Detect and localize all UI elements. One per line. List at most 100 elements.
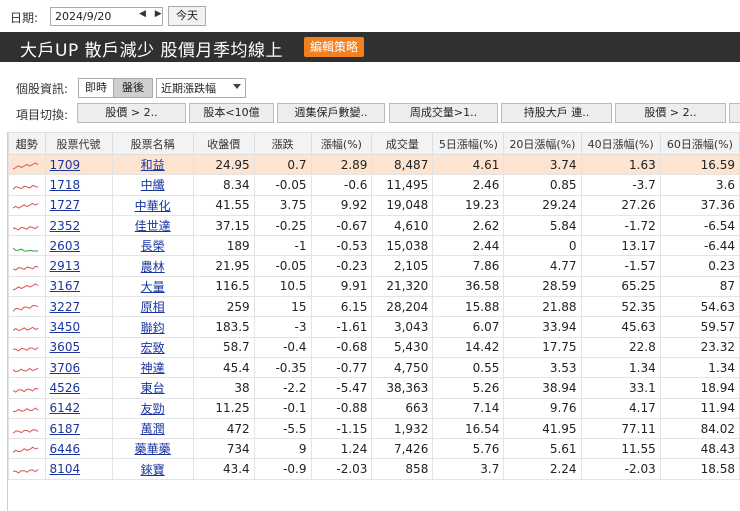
change-pct-cell: -0.6 (310, 174, 373, 196)
table-row[interactable]: 3227 原相 259 15 6.15 28,204 15.88 21.88 52.35 54.6… (8, 296, 740, 318)
stock-name-link[interactable]: 友勁 (141, 402, 165, 416)
table-row[interactable]: 3605 宏致 58.7 -0.4 -0.68 5,430 14.42 17.75 22.8 23… (8, 336, 740, 358)
switch-tab-2[interactable]: 股本<10億 (189, 103, 274, 123)
realtime-button[interactable]: 即時 (78, 78, 114, 98)
stock-name-link[interactable]: 藥華藥 (135, 442, 171, 456)
trend-cell (8, 296, 46, 318)
table-row[interactable]: 2603 長榮 189 -1 -0.53 15,038 2.44 0 13.17 -6.44 (8, 235, 740, 257)
change-pct-cell: 2.89 (310, 153, 373, 176)
close-price-cell: 8.34 (192, 174, 255, 196)
stock-name-link[interactable]: 萬潤 (141, 422, 165, 436)
pct-header[interactable]: 漲幅(%) (310, 132, 373, 155)
table-row[interactable]: 6142 友勁 11.25 -0.1 -0.88 663 7.14 9.76 4.17 11.94 (8, 397, 740, 419)
switch-tab-3[interactable]: 週集保戶數變.. (277, 103, 385, 123)
stock-name-link[interactable]: 大量 (141, 280, 165, 294)
d60-header[interactable]: 60日漲幅(%) (659, 132, 740, 155)
stock-name-link[interactable]: 和益 (141, 158, 165, 172)
stock-code-link[interactable]: 1718 (50, 178, 81, 192)
table-row[interactable]: 1709 和益 24.95 0.7 2.89 8,487 4.61 3.74 1.63 16.59 (8, 153, 740, 176)
stock-code-link[interactable]: 3167 (50, 279, 81, 293)
table-row[interactable]: 3706 神達 45.4 -0.35 -0.77 4,750 0.55 3.53 1.34 1.3… (8, 356, 740, 379)
table-row[interactable]: 4526 東台 38 -2.2 -5.47 38,363 5.26 38.94 33.1 18.9… (8, 377, 740, 399)
stock-code-link[interactable]: 2913 (50, 259, 81, 273)
stock-code-link[interactable]: 6187 (50, 422, 81, 436)
stock-name-link[interactable]: 中華化 (135, 199, 171, 213)
name-header[interactable]: 股票名稱 (111, 132, 194, 155)
table-row[interactable]: 6446 藥華藥 734 9 1.24 7,426 5.76 5.61 11.55 48.43 (8, 438, 740, 460)
stock-code-link[interactable]: 1727 (50, 198, 81, 212)
stock-code-link[interactable]: 4526 (50, 381, 81, 395)
change-header[interactable]: 漲跌 (253, 132, 312, 155)
table-row[interactable]: 3450 聯鈞 183.5 -3 -1.61 3,043 6.07 33.94 45.63 59.… (8, 316, 740, 338)
switch-tab-4[interactable]: 周成交量>1.. (389, 103, 498, 123)
change-5d-cell: 7.86 (432, 255, 505, 277)
table-row[interactable]: 2352 佳世達 37.15 -0.25 -0.67 4,610 2.62 5.84 -1.72… (8, 214, 740, 237)
stock-code-link[interactable]: 3706 (50, 361, 81, 375)
name-cell: 農林 (111, 255, 194, 277)
period-change-select[interactable]: 近期漲跌幅 (156, 78, 246, 98)
stock-name-link[interactable]: 東台 (141, 381, 165, 395)
trend-header[interactable]: 趨勢 (8, 132, 46, 155)
name-cell: 中纖 (111, 174, 194, 196)
name-cell: 聯鈞 (111, 316, 194, 338)
stock-code-link[interactable]: 3227 (50, 300, 81, 314)
volume-header[interactable]: 成交量 (371, 132, 434, 155)
stock-name-link[interactable]: 宏致 (141, 341, 165, 355)
change-40d-cell: 1.63 (580, 153, 661, 176)
change-20d-cell: 5.61 (503, 438, 582, 460)
stock-code-link[interactable]: 8104 (50, 462, 81, 476)
stock-code-link[interactable]: 2352 (50, 219, 81, 233)
edit-strategy-button[interactable]: 編輯策略 (304, 37, 364, 57)
table-row[interactable]: 3167 大量 116.5 10.5 9.91 21,320 36.58 28.59 65.25… (8, 275, 740, 298)
stock-name-link[interactable]: 佳世達 (135, 219, 171, 233)
stock-name-link[interactable]: 聯鈞 (141, 321, 165, 335)
switch-tab-6[interactable]: 股價 > 2.. (615, 103, 726, 123)
stock-code-link[interactable]: 3605 (50, 340, 81, 354)
volume-cell: 5,430 (371, 336, 434, 358)
stock-name-link[interactable]: 長榮 (141, 239, 165, 253)
change-40d-cell: -1.57 (580, 255, 661, 277)
table-row[interactable]: 8104 錸寶 43.4 -0.9 -2.03 858 3.7 2.24 -2.03 18.58 (8, 458, 740, 480)
stock-name-link[interactable]: 原相 (141, 300, 165, 314)
close-price-cell: 38 (192, 377, 255, 399)
volume-cell: 28,204 (371, 296, 434, 318)
code-header[interactable]: 股票代號 (44, 132, 113, 155)
close-header[interactable]: 收盤價 (192, 132, 255, 155)
stock-name-link[interactable]: 農林 (141, 260, 165, 274)
change-60d-cell: 87 (659, 275, 740, 298)
date-stepper-arrows[interactable]: ◀ ▶ (139, 9, 165, 19)
table-row[interactable]: 1718 中纖 8.34 -0.05 -0.6 11,495 2.46 0.85 -3.7 3.6 (8, 174, 740, 196)
stock-name-link[interactable]: 錸寶 (141, 463, 165, 477)
table-row[interactable]: 2913 農林 21.95 -0.05 -0.23 2,105 7.86 4.77 -1.57 0… (8, 255, 740, 277)
stock-name-link[interactable]: 神達 (141, 361, 165, 375)
d20-header[interactable]: 20日漲幅(%) (503, 132, 582, 155)
table-row[interactable]: 1727 中華化 41.55 3.75 9.92 19,048 19.23 29.24 27.2… (8, 194, 740, 216)
change-5d-cell: 4.61 (432, 153, 505, 176)
stock-code-link[interactable]: 1709 (50, 158, 81, 172)
change-value-cell: 0.7 (253, 153, 312, 176)
code-cell: 3605 (44, 336, 113, 358)
switch-tab-5[interactable]: 持股大戶 連.. (501, 103, 612, 123)
code-cell: 3706 (44, 356, 113, 379)
stock-code-link[interactable]: 6142 (50, 401, 81, 415)
switch-tab-more[interactable] (729, 103, 740, 123)
trend-sparkline-icon (12, 326, 39, 332)
volume-cell: 1,932 (371, 417, 434, 440)
d40-header[interactable]: 40日漲幅(%) (580, 132, 661, 155)
code-cell: 4526 (44, 377, 113, 399)
d5-header[interactable]: 5日漲幅(%) (432, 132, 505, 155)
stock-code-link[interactable]: 6446 (50, 442, 81, 456)
stock-code-link[interactable]: 2603 (50, 239, 81, 253)
change-pct-cell: -0.77 (310, 356, 373, 379)
change-value-cell: -1 (253, 235, 312, 257)
change-5d-cell: 2.62 (432, 214, 505, 237)
trend-cell (8, 356, 46, 379)
stock-name-link[interactable]: 中纖 (141, 178, 165, 192)
after-hours-button[interactable]: 盤後 (113, 78, 153, 98)
switch-tab-1[interactable]: 股價 > 2.. (77, 103, 186, 123)
stock-code-link[interactable]: 3450 (50, 320, 81, 334)
name-cell: 宏致 (111, 336, 194, 358)
table-row[interactable]: 6187 萬潤 472 -5.5 -1.15 1,932 16.54 41.95 77.11 84… (8, 417, 740, 440)
change-40d-cell: 4.17 (580, 397, 661, 419)
today-button[interactable]: 今天 (168, 6, 206, 26)
